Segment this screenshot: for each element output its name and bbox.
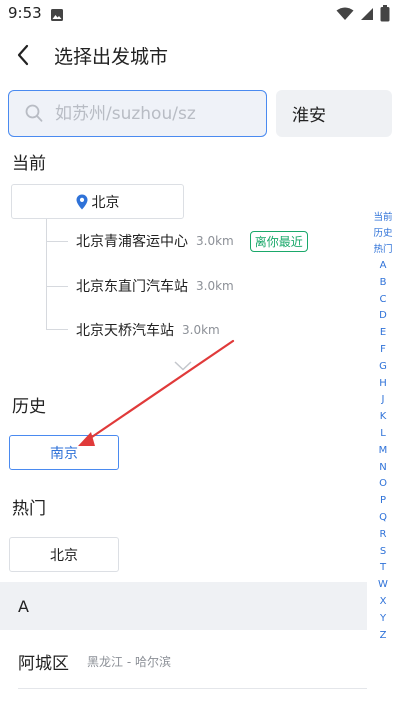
- back-button[interactable]: [6, 38, 40, 72]
- search-input[interactable]: [55, 101, 260, 127]
- tree-line: [46, 219, 47, 329]
- station-name: 北京东直门汽车站: [76, 279, 188, 295]
- index-item[interactable]: O: [379, 476, 387, 493]
- index-item[interactable]: K: [380, 409, 387, 426]
- index-item[interactable]: F: [380, 342, 386, 359]
- hot-city-chip[interactable]: 北京: [9, 537, 119, 572]
- index-item[interactable]: D: [379, 308, 387, 325]
- history-city-chip[interactable]: 南京: [9, 435, 119, 470]
- index-item[interactable]: B: [380, 275, 387, 292]
- station-distance: 3.0km: [196, 279, 234, 293]
- section-title-history: 历史: [12, 397, 46, 417]
- status-time: 9:53: [8, 4, 42, 22]
- station-item[interactable]: 北京东直门汽车站 3.0km: [76, 274, 234, 298]
- city-name: 阿城区: [18, 653, 69, 674]
- station-item[interactable]: 北京青浦客运中心 3.0km 离你最近: [76, 229, 308, 253]
- section-title-current: 当前: [12, 154, 46, 174]
- letter-group-label: A: [18, 596, 29, 616]
- status-bar: 9:53: [0, 0, 400, 28]
- index-item[interactable]: 热门: [373, 242, 392, 258]
- search-box[interactable]: [8, 90, 267, 137]
- index-item[interactable]: G: [379, 359, 387, 376]
- search-icon: [25, 104, 43, 127]
- index-item[interactable]: C: [380, 292, 387, 309]
- location-pin-icon: [76, 194, 87, 209]
- tree-branch: [46, 241, 68, 242]
- index-item[interactable]: J: [382, 392, 385, 409]
- expand-chevron-icon[interactable]: [174, 356, 192, 375]
- header: 选择出发城市: [0, 28, 400, 82]
- index-item[interactable]: H: [379, 376, 387, 393]
- battery-icon: [380, 5, 390, 26]
- index-item[interactable]: Q: [379, 510, 387, 527]
- index-item[interactable]: X: [380, 594, 387, 611]
- index-item[interactable]: Z: [380, 628, 387, 645]
- city-list-item[interactable]: 阿城区 黑龙江 - 哈尔滨: [0, 636, 367, 686]
- letter-group-header: A: [0, 582, 367, 630]
- gallery-notification-icon: [50, 7, 64, 26]
- index-item[interactable]: P: [380, 493, 386, 510]
- station-distance: 3.0km: [196, 234, 234, 248]
- station-name: 北京青浦客运中心: [76, 234, 188, 250]
- index-item[interactable]: T: [380, 560, 386, 577]
- index-item[interactable]: W: [378, 577, 388, 594]
- divider: [18, 688, 367, 689]
- nearest-badge: 离你最近: [249, 230, 308, 252]
- station-name: 北京天桥汽车站: [76, 323, 174, 339]
- wifi-icon: [336, 6, 354, 25]
- tree-branch: [46, 286, 68, 287]
- tree-branch: [46, 329, 68, 330]
- index-item[interactable]: 历史: [373, 226, 392, 242]
- status-icons: [336, 5, 390, 26]
- section-title-hot: 热门: [12, 499, 46, 519]
- index-item[interactable]: E: [380, 325, 386, 342]
- index-item[interactable]: M: [379, 443, 388, 460]
- city-region: 黑龙江 - 哈尔滨: [87, 654, 171, 669]
- index-item[interactable]: S: [380, 544, 386, 561]
- index-item[interactable]: R: [380, 527, 387, 544]
- current-city-chip[interactable]: 北京: [11, 184, 184, 219]
- station-distance: 3.0km: [182, 323, 220, 337]
- alphabet-index[interactable]: 当前 历史 热门 A B C D E F G H J K L M N O P Q R S T W X Y Z: [368, 210, 398, 644]
- index-item[interactable]: L: [380, 426, 386, 443]
- index-item[interactable]: Y: [380, 611, 386, 628]
- current-city-label: 北京: [91, 194, 120, 211]
- station-item[interactable]: 北京天桥汽车站 3.0km: [76, 318, 220, 342]
- index-item[interactable]: A: [380, 258, 387, 275]
- index-item[interactable]: N: [379, 460, 386, 477]
- page-title: 选择出发城市: [54, 46, 169, 68]
- chevron-left-icon: [17, 44, 29, 66]
- signal-icon: [360, 6, 374, 25]
- index-item[interactable]: 当前: [373, 210, 392, 226]
- selected-city-button[interactable]: 淮安: [276, 90, 392, 137]
